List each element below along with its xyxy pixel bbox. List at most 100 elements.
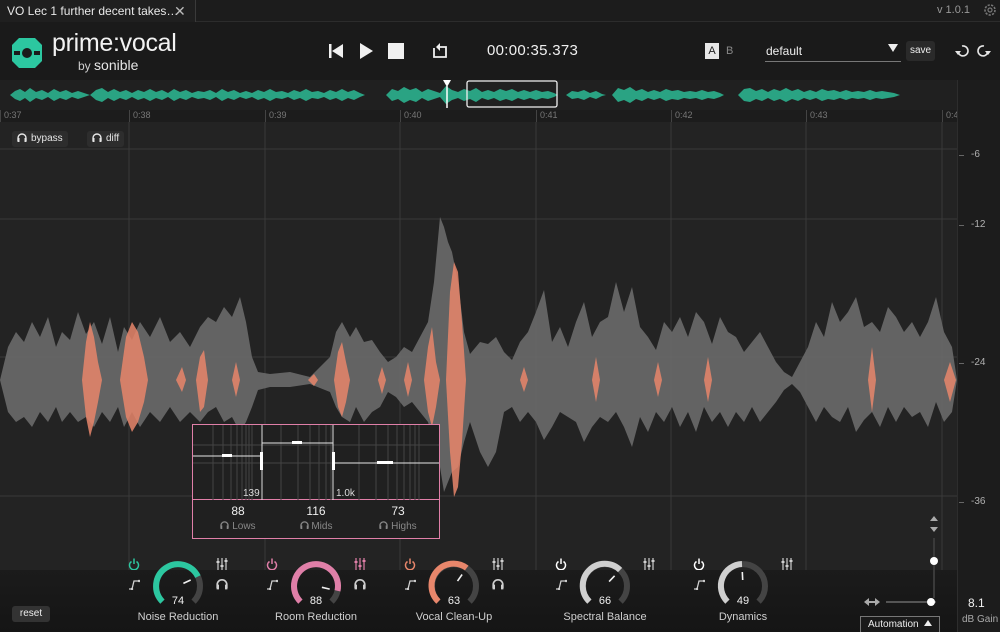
headphones-icon[interactable] bbox=[216, 578, 228, 590]
redo-icon[interactable] bbox=[976, 43, 992, 59]
bypass-label: bypass bbox=[31, 133, 63, 144]
ruler-tick: 0:38 bbox=[129, 110, 151, 122]
ruler-tick: 0:40 bbox=[400, 110, 422, 122]
main-waveform bbox=[0, 122, 957, 570]
automation-curve-icon[interactable] bbox=[404, 578, 416, 590]
gear-icon[interactable] bbox=[982, 2, 998, 18]
stop-button[interactable] bbox=[387, 42, 405, 60]
knob-value: 66 bbox=[598, 595, 612, 607]
db-scale-tick bbox=[959, 155, 964, 156]
eq-low-crossover-freq: 139 bbox=[243, 488, 260, 499]
undo-icon[interactable] bbox=[954, 43, 970, 59]
ab-button-a[interactable]: A bbox=[705, 43, 719, 59]
ruler-tick: 0:37 bbox=[0, 110, 22, 122]
settings-sliders-icon[interactable] bbox=[492, 558, 504, 570]
diff-button[interactable]: diff bbox=[87, 131, 125, 147]
settings-sliders-icon[interactable] bbox=[354, 558, 366, 570]
tab-title: VO Lec 1 further decent takes… bbox=[7, 4, 179, 18]
module-label: Noise Reduction bbox=[137, 611, 219, 623]
eq-band-label: Mids bbox=[286, 521, 346, 532]
ruler-tick: 0:41 bbox=[536, 110, 558, 122]
automation-curve-icon[interactable] bbox=[266, 578, 278, 590]
eq-high-crossover-freq: 1.0k bbox=[336, 488, 355, 499]
loop-icon[interactable] bbox=[431, 42, 449, 60]
room-reduction-eq-panel[interactable]: 139 1.0k 88 Lows 116 Mids 73 Highs bbox=[192, 424, 440, 539]
power-icon[interactable] bbox=[693, 558, 705, 570]
gain-label: dB Gain bbox=[962, 614, 999, 625]
output-gain-track[interactable] bbox=[933, 538, 935, 598]
module-label: Dynamics bbox=[718, 611, 768, 623]
skip-to-start-button[interactable] bbox=[327, 42, 345, 60]
settings-sliders-icon[interactable] bbox=[781, 558, 793, 570]
eq-band-mids: 116 Mids bbox=[286, 504, 346, 532]
power-icon[interactable] bbox=[266, 558, 278, 570]
playhead-marker[interactable] bbox=[443, 80, 451, 87]
brand-by: by bbox=[78, 59, 91, 73]
output-gain-handle[interactable] bbox=[930, 557, 938, 565]
ruler-tick: 0:43 bbox=[806, 110, 828, 122]
eq-band-label: Lows bbox=[208, 521, 268, 532]
db-scale-label: -12 bbox=[971, 219, 986, 230]
eq-band-lows: 88 Lows bbox=[208, 504, 268, 532]
headphones-icon bbox=[92, 133, 102, 142]
overview-waveform[interactable] bbox=[0, 80, 957, 110]
save-button[interactable]: save bbox=[906, 41, 935, 61]
timecode: 00:00:35.373 bbox=[487, 42, 579, 59]
headphones-icon[interactable] bbox=[354, 578, 366, 590]
headphones-icon[interactable] bbox=[299, 521, 309, 529]
automation-curve-icon[interactable] bbox=[693, 578, 705, 590]
product-name: prime:vocal bbox=[52, 29, 177, 57]
play-button[interactable] bbox=[357, 42, 375, 60]
headphones-icon[interactable] bbox=[379, 521, 388, 529]
db-scale-tick bbox=[959, 363, 964, 364]
module-label: Spectral Balance bbox=[563, 611, 647, 623]
eq-band-value: 116 bbox=[306, 504, 326, 518]
reset-button[interactable]: reset bbox=[12, 606, 50, 622]
settings-sliders-icon[interactable] bbox=[216, 558, 228, 570]
eq-graph-canvas bbox=[193, 425, 439, 500]
preset-select[interactable]: default bbox=[765, 40, 901, 62]
module-label: Room Reduction bbox=[275, 611, 357, 623]
header: prime:vocal by sonible 00:00:35.373 A B … bbox=[0, 22, 1000, 80]
tab-project[interactable]: VO Lec 1 further decent takes… ✕ bbox=[0, 0, 196, 22]
eq-band-highs: 73 Highs bbox=[368, 504, 428, 532]
eq-band-label: Highs bbox=[368, 521, 428, 532]
automation-curve-icon[interactable] bbox=[555, 578, 567, 590]
db-scale-label: -24 bbox=[971, 357, 986, 368]
headphones-icon[interactable] bbox=[220, 521, 230, 529]
gain-value: 8.1 bbox=[968, 596, 985, 610]
chevron-up-icon[interactable] bbox=[924, 620, 932, 626]
ruler-tick: 0:42 bbox=[671, 110, 693, 122]
knob-value: 63 bbox=[447, 595, 461, 607]
vertical-resize-icon[interactable] bbox=[929, 516, 939, 532]
time-ruler: 0:37 0:38 0:39 0:40 0:41 0:42 0:43 0:4 bbox=[0, 110, 959, 122]
ab-button-b[interactable]: B bbox=[726, 43, 733, 59]
knob-value: 88 bbox=[309, 595, 323, 607]
power-icon[interactable] bbox=[555, 558, 567, 570]
diff-label: diff bbox=[106, 133, 120, 144]
automation-curve-icon[interactable] bbox=[128, 578, 140, 590]
bypass-button[interactable]: bypass bbox=[12, 131, 68, 147]
eq-band-value: 73 bbox=[391, 504, 405, 518]
db-scale-label: -36 bbox=[971, 496, 986, 507]
zoom-slider-handle[interactable] bbox=[927, 598, 935, 606]
overview-waveform-shape bbox=[10, 80, 900, 108]
close-icon[interactable]: ✕ bbox=[174, 3, 186, 20]
knob-value: 49 bbox=[736, 595, 750, 607]
power-icon[interactable] bbox=[128, 558, 140, 570]
chevron-down-icon[interactable] bbox=[888, 44, 898, 52]
eq-graph[interactable] bbox=[193, 425, 439, 500]
headphones-icon[interactable] bbox=[492, 578, 504, 590]
eq-band-value: 88 bbox=[231, 504, 245, 518]
db-scale-tick bbox=[959, 225, 964, 226]
main-waveform-area[interactable] bbox=[0, 122, 957, 570]
tab-bar: VO Lec 1 further decent takes… ✕ v 1.0.1 bbox=[0, 0, 1000, 22]
power-icon[interactable] bbox=[404, 558, 416, 570]
db-scale-column bbox=[957, 80, 1000, 632]
ruler-tick: 0:39 bbox=[265, 110, 287, 122]
settings-sliders-icon[interactable] bbox=[643, 558, 655, 570]
version-label: v 1.0.1 bbox=[937, 4, 971, 16]
horizontal-resize-icon[interactable] bbox=[864, 598, 880, 606]
logo-icon bbox=[12, 38, 42, 68]
headphones-icon bbox=[17, 133, 27, 142]
